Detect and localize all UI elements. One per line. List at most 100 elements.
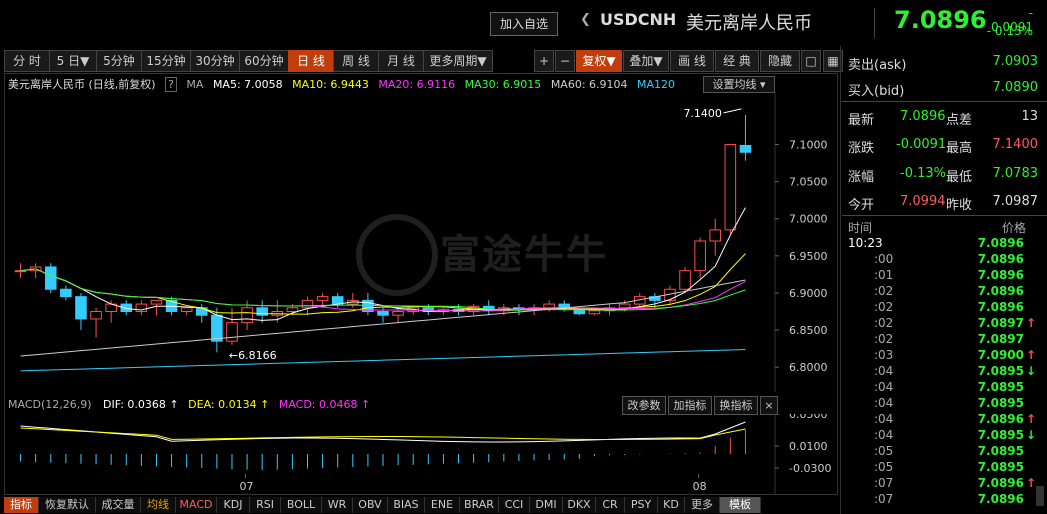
ma-settings-button[interactable]: 设置均线 ▾: [703, 76, 775, 93]
tick-time: :07: [874, 476, 894, 490]
candle-body[interactable]: [694, 240, 706, 272]
candle-body[interactable]: [724, 144, 737, 231]
candle-body[interactable]: [709, 229, 722, 242]
chart-tool-6[interactable]: 隐藏: [760, 50, 800, 72]
tick-time: :02: [874, 332, 894, 346]
indicator-tab-0[interactable]: 指标: [4, 497, 39, 513]
indicator-tab-20[interactable]: 模板: [720, 497, 761, 513]
candle-body[interactable]: [392, 311, 404, 316]
candle-body[interactable]: [226, 322, 238, 342]
candle-body[interactable]: [180, 307, 193, 313]
prev-symbol-icon[interactable]: ❮: [580, 12, 591, 27]
indicator-tab-18[interactable]: KD: [658, 497, 685, 513]
macd-label[interactable]: MACD(12,26,9): [8, 398, 92, 411]
x-tick-label: 07: [240, 480, 254, 493]
tick-price: 7.0895: [977, 396, 1024, 410]
period-tab-2[interactable]: 5分钟: [96, 50, 142, 72]
tick-time: :04: [874, 380, 894, 394]
change-params-button[interactable]: 改参数: [622, 396, 666, 415]
tick-row: 10:23 7.0896: [848, 236, 1038, 252]
candle-body[interactable]: [301, 299, 314, 309]
tick-row: :07 7.0896: [848, 492, 1038, 508]
add-watchlist-button[interactable]: 加入自选: [490, 12, 558, 36]
indicator-tab-8[interactable]: WR: [322, 497, 353, 513]
indicator-tab-14[interactable]: DMI: [530, 497, 563, 513]
candle-body[interactable]: [377, 311, 389, 316]
indicator-tab-15[interactable]: DKX: [563, 497, 596, 513]
chart-tool-4[interactable]: 画 线: [670, 50, 714, 72]
ticks-divider: [842, 215, 1047, 216]
macd-y-tick-label: 0.0500: [789, 414, 828, 421]
candle-body[interactable]: [543, 303, 555, 309]
indicator-tab-4[interactable]: MACD: [176, 497, 217, 513]
arrow-up-icon: ↑: [1025, 412, 1036, 426]
period-tab-7[interactable]: 周 线: [333, 50, 379, 72]
ma-label[interactable]: MA: [186, 78, 203, 91]
tick-row: :02 7.0896: [848, 284, 1038, 300]
candle-body[interactable]: [44, 266, 57, 290]
candle-body[interactable]: [286, 307, 299, 313]
candle-body[interactable]: [150, 299, 163, 305]
indicator-tab-17[interactable]: PSY: [625, 497, 658, 513]
candle-body[interactable]: [316, 296, 329, 301]
candle-body[interactable]: [618, 303, 631, 309]
add-indicator-button[interactable]: 加指标: [668, 396, 712, 415]
chart-tool-1[interactable]: −: [555, 50, 575, 72]
candle-body[interactable]: [241, 307, 253, 324]
period-tab-0[interactable]: 分 时: [4, 50, 50, 72]
square-icon[interactable]: □: [801, 50, 821, 72]
candle-body[interactable]: [14, 270, 27, 273]
chart-tool-3[interactable]: 叠加▼: [623, 50, 669, 72]
indicator-tab-6[interactable]: RSI: [250, 497, 281, 513]
indicator-tab-11[interactable]: ENE: [425, 497, 460, 513]
indicator-tab-19[interactable]: 更多: [685, 497, 720, 513]
chart-tool-5[interactable]: 经 典: [715, 50, 759, 72]
candle-body[interactable]: [211, 314, 223, 342]
prev-close-label: 昨收: [946, 198, 973, 213]
y-tick-label: 7.1000: [789, 139, 828, 152]
candle-body[interactable]: [90, 311, 102, 320]
close-indicator-icon[interactable]: ×: [760, 396, 778, 415]
indicator-tab-7[interactable]: BOLL: [281, 497, 322, 513]
indicator-tab-16[interactable]: CR: [596, 497, 625, 513]
macd-chart[interactable]: 0.0500 0.0100 -0.0300 07 08: [5, 414, 835, 494]
indicator-tab-3[interactable]: 均线: [141, 497, 176, 513]
tick-price: 7.0896: [977, 284, 1024, 298]
period-tab-9[interactable]: 更多周期▼: [423, 50, 493, 72]
candle-body[interactable]: [60, 288, 72, 298]
tick-time: :04: [874, 396, 894, 410]
indicator-tab-12[interactable]: BRAR: [460, 497, 499, 513]
indicator-tab-10[interactable]: BIAS: [388, 497, 425, 513]
help-icon[interactable]: ?: [165, 77, 177, 92]
chart-tool-2[interactable]: 复权▼: [576, 50, 622, 72]
y-tick-label: 6.8500: [789, 324, 828, 337]
indicator-tab-2[interactable]: 成交量: [96, 497, 141, 513]
tick-row: :04 7.0895 ↓: [848, 364, 1038, 380]
indicator-tab-9[interactable]: OBV: [353, 497, 388, 513]
prev-close-value: 7.0987: [992, 194, 1039, 209]
indicator-tab-5[interactable]: KDJ: [217, 497, 250, 513]
period-tab-6[interactable]: 日 线: [288, 50, 334, 72]
candle-body[interactable]: [588, 310, 601, 315]
candlestick-chart[interactable]: 7.1000 7.0500 7.0000 6.9500 6.9000 6.8500 6.80…: [5, 92, 835, 392]
period-tab-4[interactable]: 30分钟: [190, 50, 240, 72]
spread-value: 13: [1021, 109, 1038, 124]
candle-body[interactable]: [679, 270, 691, 290]
y-tick-label: 6.8000: [789, 361, 828, 374]
chart-tool-0[interactable]: +: [534, 50, 554, 72]
indicator-tab-13[interactable]: CCI: [499, 497, 530, 513]
period-tab-5[interactable]: 60分钟: [239, 50, 289, 72]
ma120-line: [20, 348, 746, 372]
indicator-tab-1[interactable]: 恢复默认: [39, 497, 96, 513]
switch-indicator-button[interactable]: 换指标: [714, 396, 758, 415]
candle-body[interactable]: [739, 144, 752, 153]
open-label: 今开: [848, 198, 875, 213]
tick-scrollbar[interactable]: [1036, 486, 1044, 506]
period-tab-1[interactable]: 5 日▼: [49, 50, 97, 72]
period-tab-8[interactable]: 月 线: [378, 50, 424, 72]
tick-price: 7.0896: [977, 268, 1024, 282]
candle-body[interactable]: [75, 296, 87, 320]
macd-y-tick-label: 0.0100: [789, 440, 828, 453]
period-tab-3[interactable]: 15分钟: [141, 50, 191, 72]
candle-body[interactable]: [331, 296, 344, 305]
